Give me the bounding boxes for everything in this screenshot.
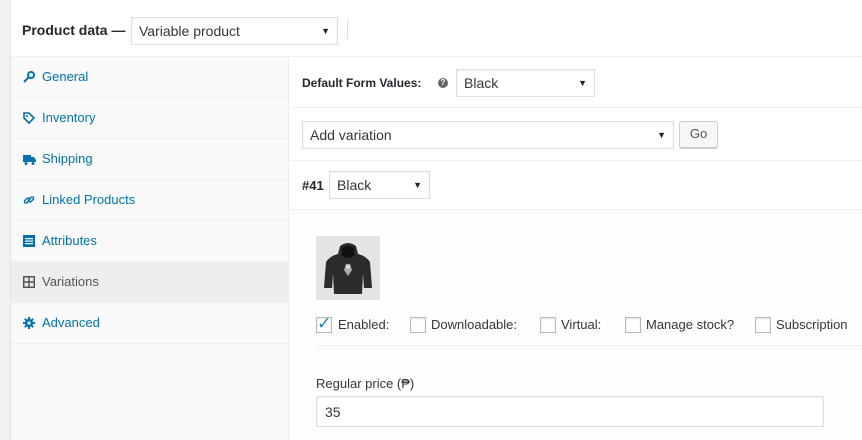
virtual-checkbox[interactable]	[540, 317, 556, 333]
grid-icon	[22, 262, 36, 304]
add-variation-select[interactable]: Add variation ▼	[302, 121, 674, 149]
chevron-down-icon: ▼	[321, 26, 330, 36]
regular-price-input[interactable]: 35	[316, 396, 824, 427]
product-type-select[interactable]: Variable product ▼	[131, 17, 338, 45]
default-color-value: Black	[464, 75, 499, 91]
default-color-select[interactable]: Black ▼	[456, 69, 595, 97]
tab-inventory[interactable]: Inventory	[11, 98, 288, 139]
variation-number: #41	[302, 178, 324, 193]
add-variation-value: Add variation	[310, 127, 392, 143]
enabled-label: Enabled:	[338, 317, 390, 332]
default-form-values-label: Default Form Values:	[302, 76, 422, 90]
product-data-tabs: General Inventory Shipping Linked Produc…	[11, 57, 289, 440]
tag-icon	[22, 98, 36, 140]
tab-linked-products-label: Linked Products	[42, 192, 136, 207]
tab-advanced[interactable]: Advanced	[11, 303, 288, 344]
help-icon[interactable]: ?	[438, 78, 448, 88]
variation-header: #41 Black ▼	[290, 161, 862, 210]
variation-details: ✓ Enabled: Downloadable: Virtual: Manage…	[290, 210, 862, 440]
chevron-down-icon: ▼	[578, 78, 587, 88]
product-data-panel: Product data — Variable product ▼ Genera…	[10, 0, 862, 440]
chevron-down-icon: ▼	[413, 180, 422, 190]
variation-color-select[interactable]: Black ▼	[329, 171, 430, 199]
tab-general[interactable]: General	[11, 57, 288, 98]
add-variation-row: Add variation ▼ Go	[290, 108, 862, 161]
subscription-checkbox[interactable]	[755, 317, 771, 333]
tab-attributes-label: Attributes	[42, 233, 97, 248]
subscription-label: Subscription	[776, 317, 848, 332]
truck-icon	[22, 139, 36, 181]
tab-linked-products[interactable]: Linked Products	[11, 180, 288, 221]
virtual-label: Virtual:	[561, 317, 602, 332]
enabled-checkbox[interactable]: ✓	[316, 314, 332, 333]
variations-panel: Default Form Values: ? Black ▼ Add varia…	[290, 57, 862, 440]
downloadable-label: Downloadable:	[431, 317, 518, 332]
variation-color-value: Black	[337, 177, 372, 193]
tab-variations[interactable]: Variations	[11, 262, 288, 303]
go-button[interactable]: Go	[679, 121, 718, 148]
tab-general-label: General	[42, 69, 89, 84]
tab-inventory-label: Inventory	[42, 110, 96, 125]
product-data-header: Product data — Variable product ▼	[11, 0, 862, 57]
downloadable-checkbox[interactable]	[410, 317, 426, 333]
tab-attributes[interactable]: Attributes	[11, 221, 288, 262]
manage-stock-label: Manage stock?	[646, 317, 735, 332]
product-data-title: Product data —	[22, 22, 126, 38]
header-divider	[347, 21, 348, 39]
list-icon	[22, 221, 36, 263]
tab-variations-label: Variations	[42, 274, 99, 289]
default-form-values-row: Default Form Values: ? Black ▼	[290, 57, 862, 108]
gear-icon	[22, 303, 36, 345]
chevron-down-icon: ▼	[657, 130, 666, 140]
checkmark-icon: ✓	[317, 314, 332, 333]
tab-shipping-label: Shipping	[42, 151, 93, 166]
manage-stock-checkbox[interactable]	[625, 317, 641, 333]
tab-shipping[interactable]: Shipping	[11, 139, 288, 180]
link-icon	[22, 180, 36, 222]
variation-image[interactable]	[316, 236, 380, 300]
variation-options: ✓ Enabled: Downloadable: Virtual: Manage…	[316, 314, 862, 346]
tab-advanced-label: Advanced	[42, 315, 100, 330]
product-type-value: Variable product	[139, 23, 240, 39]
wrench-icon	[22, 57, 36, 99]
regular-price-label: Regular price (₱)	[316, 376, 415, 391]
